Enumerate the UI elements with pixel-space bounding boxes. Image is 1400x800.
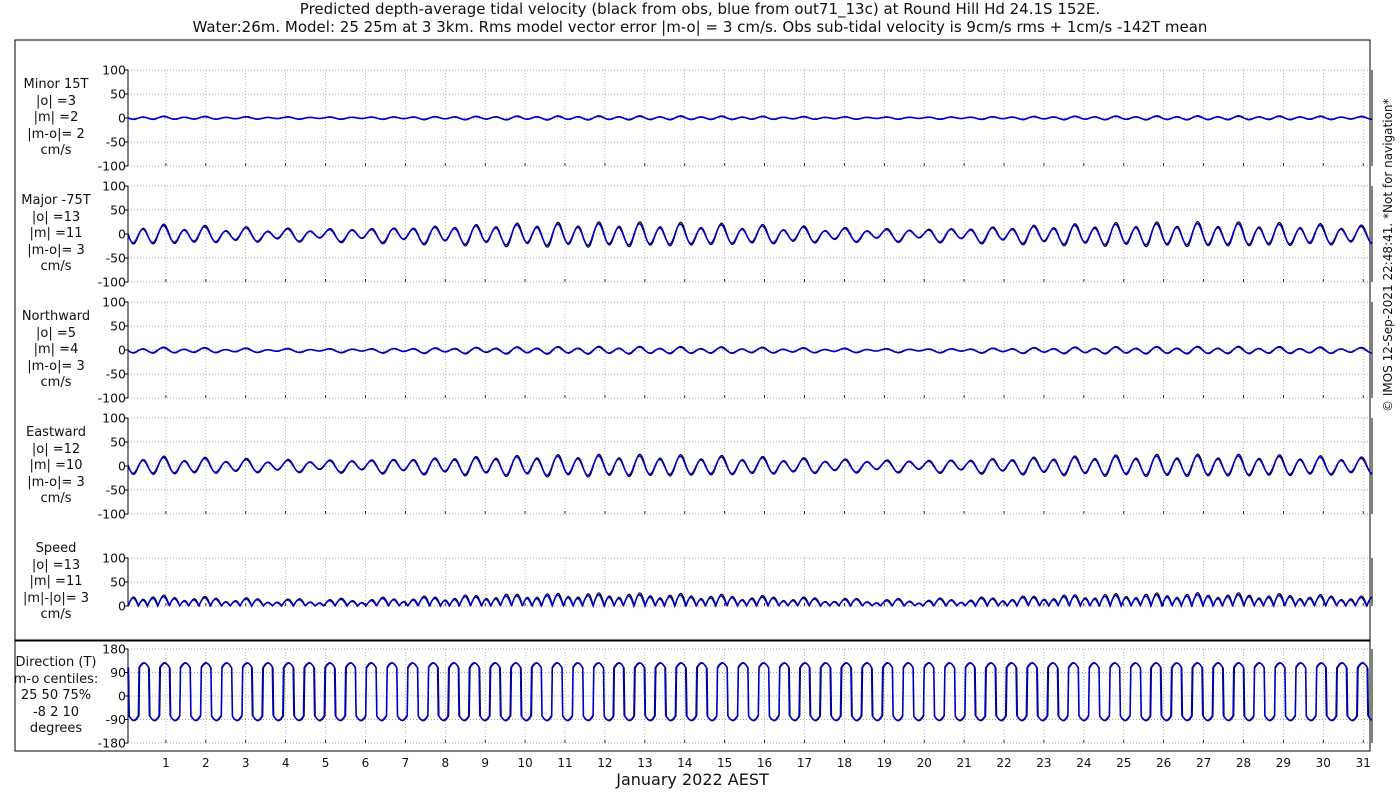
y-tick-label: 50 [110, 319, 126, 334]
chart-canvas: -100-50050100-100-50050100-100-50050100-… [14, 39, 1373, 770]
y-tick-label: -180 [98, 736, 126, 751]
upper-frame [14, 39, 1371, 641]
label-line: degrees [29, 721, 83, 736]
panel-label-eastward: Eastward |o| =12 |m| =10 |m-o|= 3 cm/s [0, 425, 112, 508]
y-tick-label: 90 [110, 665, 126, 680]
y-tick-label: 50 [110, 87, 126, 102]
panel-label-speed: Speed |o| =13 |m| =11 |m|-|o|= 3 cm/s [0, 541, 112, 624]
label-line: |m-o|= 3 [27, 358, 85, 374]
y-tick-label: -100 [98, 391, 126, 406]
label-line: |o| =3 [35, 93, 76, 109]
panel-label-direction: Direction (T) m-o centiles: 25 50 75% -8… [0, 655, 112, 738]
y-tick-label: 0 [118, 343, 126, 358]
x-axis-label: January 2022 AEST [616, 770, 769, 789]
label-line: cm/s [40, 607, 72, 622]
y-tick-label: 0 [118, 459, 126, 474]
x-tick-label: 5 [322, 756, 330, 770]
x-tick-label: 23 [1036, 756, 1051, 770]
y-tick-label: 0 [118, 111, 126, 126]
y-tick-label: 100 [102, 295, 126, 310]
panel-label-northward: Northward |o| =5 |m| =4 |m-o|= 3 cm/s [0, 309, 112, 392]
x-tick-label: 30 [1316, 756, 1331, 770]
x-tick-label: 18 [837, 756, 852, 770]
x-tick-label: 16 [757, 756, 772, 770]
y-tick-label: -100 [98, 507, 126, 522]
panel-label-major: Major -75T |o| =13 |m| =11 |m-o|= 3 cm/s [0, 193, 112, 276]
y-tick-label: 50 [110, 203, 126, 218]
label-line: cm/s [40, 143, 72, 158]
label-line: cm/s [40, 259, 72, 274]
label-line: Eastward [25, 425, 87, 440]
x-tick-label: 20 [917, 756, 932, 770]
label-line: Major -75T [21, 193, 91, 208]
x-tick-label: 10 [517, 756, 532, 770]
label-line: |m| =2 [33, 110, 79, 125]
label-line: Northward [21, 309, 91, 324]
label-line: |o| =12 [31, 441, 81, 457]
y-tick-label: 0 [118, 227, 126, 242]
label-line: |m-o|= 2 [27, 126, 85, 142]
label-line: |m-o|= 3 [27, 474, 85, 490]
label-line: cm/s [40, 375, 72, 390]
y-tick-label: 50 [110, 575, 126, 590]
x-tick-label: 7 [402, 756, 410, 770]
series-line-model [127, 454, 1373, 477]
panel-label-minor: Minor 15T |o| =3 |m| =2 |m-o|= 2 cm/s [0, 77, 112, 160]
x-tick-label: 13 [637, 756, 652, 770]
x-tick-label: 2 [202, 756, 210, 770]
x-tick-label: 6 [362, 756, 370, 770]
label-line: |m| =11 [29, 574, 83, 589]
y-tick-label: 100 [102, 63, 126, 78]
x-tick-label: 22 [996, 756, 1011, 770]
label-line: |m|-|o|= 3 [22, 590, 90, 606]
label-line: |m-o|= 3 [27, 242, 85, 258]
credit-text: © IMOS 12-Sep-2021 22:48:41. *Not for na… [1381, 98, 1395, 412]
x-tick-label: 14 [677, 756, 692, 770]
label-line: cm/s [40, 491, 72, 506]
label-line: |m| =10 [29, 458, 83, 473]
x-tick-label: 27 [1196, 756, 1211, 770]
x-tick-label: 8 [441, 756, 449, 770]
x-tick-label: 25 [1116, 756, 1131, 770]
x-tick-label: 9 [481, 756, 489, 770]
y-tick-label: 50 [110, 435, 126, 450]
x-tick-label: 31 [1356, 756, 1371, 770]
x-tick-label: 28 [1236, 756, 1251, 770]
y-tick-label: 0 [118, 599, 126, 614]
y-tick-label: 100 [102, 179, 126, 194]
y-tick-label: 100 [102, 411, 126, 426]
label-line: |o| =13 [31, 557, 81, 573]
x-tick-label: 1 [162, 756, 170, 770]
label-line: |o| =13 [31, 209, 81, 225]
x-tick-label: 19 [877, 756, 892, 770]
label-line: Speed [35, 541, 77, 556]
x-tick-label: 29 [1276, 756, 1291, 770]
x-tick-label: 17 [797, 756, 812, 770]
x-tick-label: 4 [282, 756, 290, 770]
series-line-model [127, 661, 1373, 722]
label-line: |m| =4 [33, 342, 79, 357]
y-tick-label: -100 [98, 275, 126, 290]
label-line: Direction (T) [15, 655, 97, 670]
label-line: -8 2 10 [32, 704, 80, 720]
y-tick-label: 0 [118, 689, 126, 704]
label-line: |o| =5 [35, 325, 76, 341]
x-tick-label: 15 [717, 756, 732, 770]
x-tick-label: 3 [242, 756, 250, 770]
x-tick-label: 21 [956, 756, 971, 770]
y-tick-label: -100 [98, 159, 126, 174]
label-line: 25 50 75% [20, 688, 92, 703]
label-line: m-o centiles: [13, 671, 99, 687]
x-tick-label: 12 [597, 756, 612, 770]
x-tick-label: 26 [1156, 756, 1171, 770]
label-line: |m| =11 [29, 226, 83, 241]
label-line: Minor 15T [23, 77, 89, 92]
x-tick-label: 11 [557, 756, 572, 770]
x-tick-label: 24 [1076, 756, 1091, 770]
